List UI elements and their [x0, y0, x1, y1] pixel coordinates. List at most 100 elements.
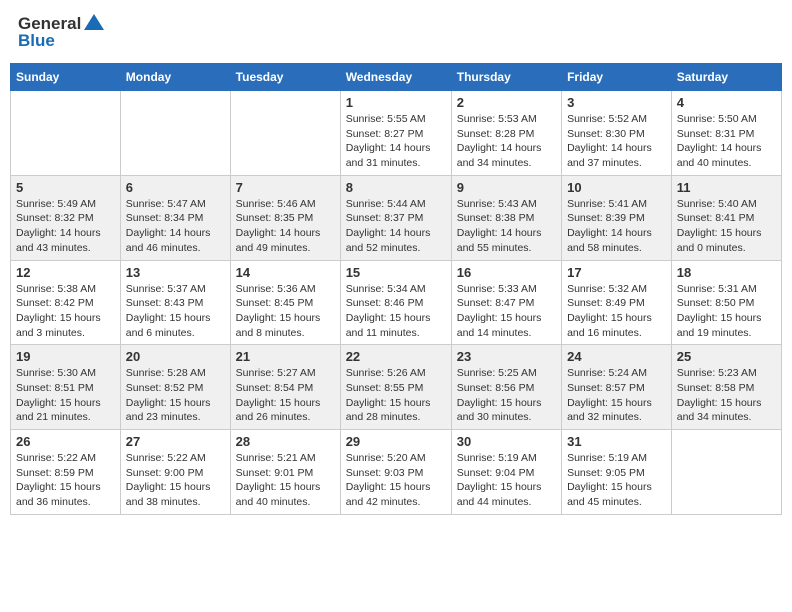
day-info: Sunrise: 5:24 AM Sunset: 8:57 PM Dayligh…: [567, 366, 666, 425]
calendar-week-row: 12Sunrise: 5:38 AM Sunset: 8:42 PM Dayli…: [11, 260, 782, 345]
day-info: Sunrise: 5:55 AM Sunset: 8:27 PM Dayligh…: [346, 112, 446, 171]
calendar-cell: 16 Sunrise: 5:33 AM Sunset: 8:47 PM Dayli…: [451, 260, 561, 345]
calendar-cell: 31 Sunrise: 5:19 AM Sunset: 9:05 PM Dayli…: [562, 430, 672, 515]
calendar-cell: 7 Sunrise: 5:46 AM Sunset: 8:35 PM Daylig…: [230, 175, 340, 260]
header-day-friday: Friday: [562, 64, 672, 91]
day-number: 22: [346, 349, 446, 364]
calendar-cell: 3 Sunrise: 5:52 AM Sunset: 8:30 PM Daylig…: [562, 91, 672, 176]
day-info: Sunrise: 5:31 AM Sunset: 8:50 PM Dayligh…: [677, 282, 776, 341]
calendar-cell: 8Sunrise: 5:44 AM Sunset: 8:37 PM Daylig…: [340, 175, 451, 260]
day-info: Sunrise: 5:20 AM Sunset: 9:03 PM Dayligh…: [346, 451, 446, 510]
calendar-week-row: 1 Sunrise: 5:55 AM Sunset: 8:27 PM Daylig…: [11, 91, 782, 176]
logo-triangle-icon: [84, 14, 104, 30]
calendar-cell: 29 Sunrise: 5:20 AM Sunset: 9:03 PM Dayli…: [340, 430, 451, 515]
day-number: 5: [16, 180, 115, 195]
day-number: 19: [16, 349, 115, 364]
calendar-cell: [230, 91, 340, 176]
day-info: Sunrise: 5:26 AM Sunset: 8:55 PM Dayligh…: [346, 366, 446, 425]
calendar-cell: 14 Sunrise: 5:36 AM Sunset: 8:45 PM Dayli…: [230, 260, 340, 345]
day-info: Sunrise: 5:47 AM Sunset: 8:34 PM Dayligh…: [126, 197, 225, 256]
calendar-cell: 23 Sunrise: 5:25 AM Sunset: 8:56 PM Dayli…: [451, 345, 561, 430]
calendar-cell: 12Sunrise: 5:38 AM Sunset: 8:42 PM Dayli…: [11, 260, 121, 345]
day-info: Sunrise: 5:37 AM Sunset: 8:43 PM Dayligh…: [126, 282, 225, 341]
day-info: Sunrise: 5:32 AM Sunset: 8:49 PM Dayligh…: [567, 282, 666, 341]
calendar-cell: 22 Sunrise: 5:26 AM Sunset: 8:55 PM Dayli…: [340, 345, 451, 430]
calendar-cell: [120, 91, 230, 176]
day-info: Sunrise: 5:21 AM Sunset: 9:01 PM Dayligh…: [236, 451, 335, 510]
day-number: 24: [567, 349, 666, 364]
calendar-cell: 25Sunrise: 5:23 AM Sunset: 8:58 PM Dayli…: [671, 345, 781, 430]
calendar-cell: 5 Sunrise: 5:49 AM Sunset: 8:32 PM Daylig…: [11, 175, 121, 260]
day-info: Sunrise: 5:36 AM Sunset: 8:45 PM Dayligh…: [236, 282, 335, 341]
day-number: 10: [567, 180, 666, 195]
day-number: 7: [236, 180, 335, 195]
calendar-cell: [11, 91, 121, 176]
calendar-cell: 2Sunrise: 5:53 AM Sunset: 8:28 PM Daylig…: [451, 91, 561, 176]
day-info: Sunrise: 5:19 AM Sunset: 9:04 PM Dayligh…: [457, 451, 556, 510]
calendar-cell: 10 Sunrise: 5:41 AM Sunset: 8:39 PM Dayli…: [562, 175, 672, 260]
day-info: Sunrise: 5:53 AM Sunset: 8:28 PM Dayligh…: [457, 112, 556, 171]
day-info: Sunrise: 5:23 AM Sunset: 8:58 PM Dayligh…: [677, 366, 776, 425]
calendar-header-row: SundayMondayTuesdayWednesdayThursdayFrid…: [11, 64, 782, 91]
logo: General Blue: [18, 14, 104, 51]
day-info: Sunrise: 5:43 AM Sunset: 8:38 PM Dayligh…: [457, 197, 556, 256]
day-number: 3: [567, 95, 666, 110]
page-header: General Blue: [10, 10, 782, 55]
day-number: 15: [346, 265, 446, 280]
day-number: 23: [457, 349, 556, 364]
day-number: 17: [567, 265, 666, 280]
calendar-week-row: 5 Sunrise: 5:49 AM Sunset: 8:32 PM Daylig…: [11, 175, 782, 260]
day-info: Sunrise: 5:46 AM Sunset: 8:35 PM Dayligh…: [236, 197, 335, 256]
day-info: Sunrise: 5:49 AM Sunset: 8:32 PM Dayligh…: [16, 197, 115, 256]
day-number: 20: [126, 349, 225, 364]
calendar-cell: 27Sunrise: 5:22 AM Sunset: 9:00 PM Dayli…: [120, 430, 230, 515]
day-number: 28: [236, 434, 335, 449]
day-info: Sunrise: 5:38 AM Sunset: 8:42 PM Dayligh…: [16, 282, 115, 341]
calendar-cell: 6 Sunrise: 5:47 AM Sunset: 8:34 PM Daylig…: [120, 175, 230, 260]
calendar-cell: 1 Sunrise: 5:55 AM Sunset: 8:27 PM Daylig…: [340, 91, 451, 176]
day-number: 1: [346, 95, 446, 110]
header-day-saturday: Saturday: [671, 64, 781, 91]
calendar-cell: 24 Sunrise: 5:24 AM Sunset: 8:57 PM Dayli…: [562, 345, 672, 430]
calendar-cell: 15Sunrise: 5:34 AM Sunset: 8:46 PM Dayli…: [340, 260, 451, 345]
day-number: 13: [126, 265, 225, 280]
calendar-cell: 18 Sunrise: 5:31 AM Sunset: 8:50 PM Dayli…: [671, 260, 781, 345]
day-number: 16: [457, 265, 556, 280]
calendar-table: SundayMondayTuesdayWednesdayThursdayFrid…: [10, 63, 782, 515]
day-info: Sunrise: 5:22 AM Sunset: 9:00 PM Dayligh…: [126, 451, 225, 510]
calendar-cell: 19 Sunrise: 5:30 AM Sunset: 8:51 PM Dayli…: [11, 345, 121, 430]
header-day-wednesday: Wednesday: [340, 64, 451, 91]
day-info: Sunrise: 5:25 AM Sunset: 8:56 PM Dayligh…: [457, 366, 556, 425]
day-number: 6: [126, 180, 225, 195]
header-day-sunday: Sunday: [11, 64, 121, 91]
day-info: Sunrise: 5:41 AM Sunset: 8:39 PM Dayligh…: [567, 197, 666, 256]
day-info: Sunrise: 5:52 AM Sunset: 8:30 PM Dayligh…: [567, 112, 666, 171]
calendar-cell: 30Sunrise: 5:19 AM Sunset: 9:04 PM Dayli…: [451, 430, 561, 515]
day-number: 14: [236, 265, 335, 280]
calendar-cell: 11Sunrise: 5:40 AM Sunset: 8:41 PM Dayli…: [671, 175, 781, 260]
calendar-cell: 21 Sunrise: 5:27 AM Sunset: 8:54 PM Dayli…: [230, 345, 340, 430]
day-info: Sunrise: 5:27 AM Sunset: 8:54 PM Dayligh…: [236, 366, 335, 425]
calendar-cell: 26Sunrise: 5:22 AM Sunset: 8:59 PM Dayli…: [11, 430, 121, 515]
header-day-thursday: Thursday: [451, 64, 561, 91]
day-info: Sunrise: 5:50 AM Sunset: 8:31 PM Dayligh…: [677, 112, 776, 171]
day-info: Sunrise: 5:44 AM Sunset: 8:37 PM Dayligh…: [346, 197, 446, 256]
calendar-cell: 28 Sunrise: 5:21 AM Sunset: 9:01 PM Dayli…: [230, 430, 340, 515]
day-info: Sunrise: 5:19 AM Sunset: 9:05 PM Dayligh…: [567, 451, 666, 510]
day-number: 4: [677, 95, 776, 110]
calendar-cell: 4 Sunrise: 5:50 AM Sunset: 8:31 PM Daylig…: [671, 91, 781, 176]
day-number: 21: [236, 349, 335, 364]
day-info: Sunrise: 5:30 AM Sunset: 8:51 PM Dayligh…: [16, 366, 115, 425]
calendar-cell: [671, 430, 781, 515]
day-number: 31: [567, 434, 666, 449]
calendar-cell: 13 Sunrise: 5:37 AM Sunset: 8:43 PM Dayli…: [120, 260, 230, 345]
calendar-week-row: 19 Sunrise: 5:30 AM Sunset: 8:51 PM Dayli…: [11, 345, 782, 430]
calendar-cell: 9Sunrise: 5:43 AM Sunset: 8:38 PM Daylig…: [451, 175, 561, 260]
day-info: Sunrise: 5:28 AM Sunset: 8:52 PM Dayligh…: [126, 366, 225, 425]
day-info: Sunrise: 5:33 AM Sunset: 8:47 PM Dayligh…: [457, 282, 556, 341]
day-number: 29: [346, 434, 446, 449]
calendar-cell: 20 Sunrise: 5:28 AM Sunset: 8:52 PM Dayli…: [120, 345, 230, 430]
header-day-tuesday: Tuesday: [230, 64, 340, 91]
day-number: 18: [677, 265, 776, 280]
calendar-week-row: 26Sunrise: 5:22 AM Sunset: 8:59 PM Dayli…: [11, 430, 782, 515]
